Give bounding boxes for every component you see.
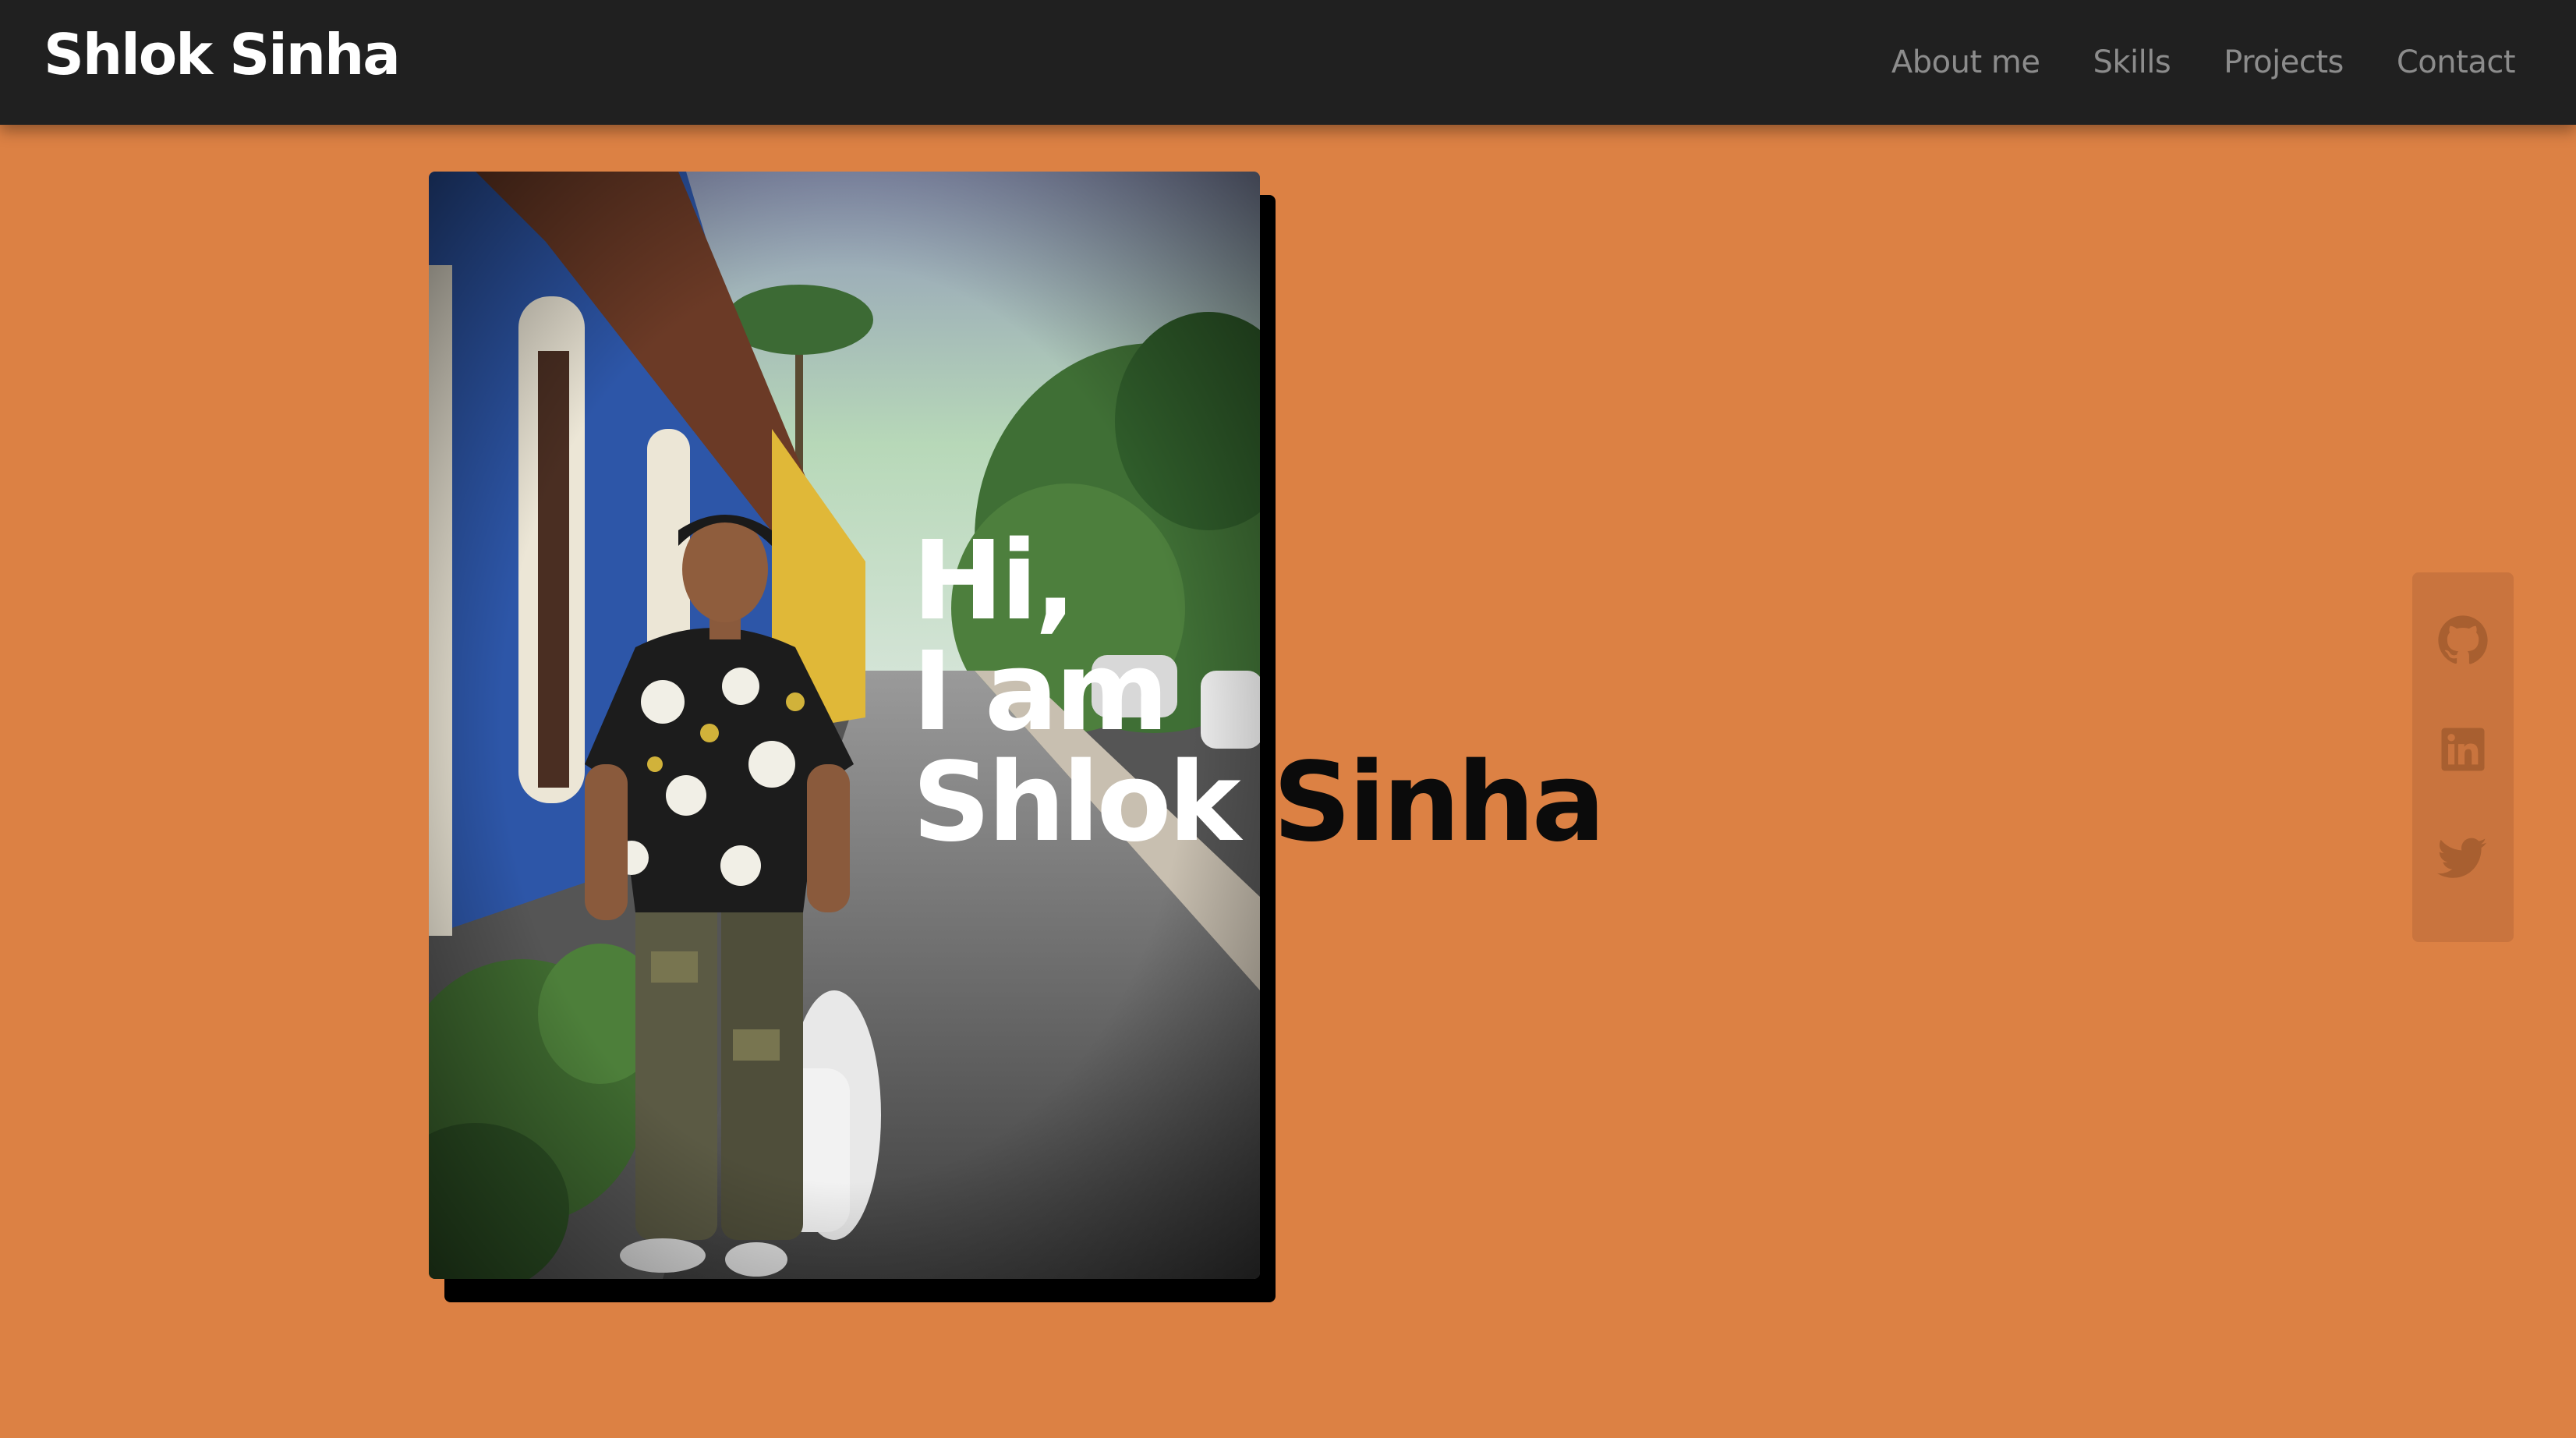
twitter-icon [2437,838,2487,878]
brand-logo[interactable]: Shlok Sinha [44,23,401,86]
nav-item-about-me[interactable]: About me [1891,37,2040,87]
top-navbar: Shlok Sinha About me Skills Projects Con… [0,0,2576,125]
hero-first-name: Shlok [912,739,1241,866]
nav-item-contact[interactable]: Contact [2397,37,2516,87]
linkedin-link[interactable] [2437,724,2489,775]
twitter-link[interactable] [2437,833,2489,884]
hero-heading: Hi, I am Shlok Sinha [912,518,1605,859]
hero-name: Shlok Sinha [912,748,1605,859]
hero-last-name: Sinha [1272,739,1606,866]
github-link[interactable] [2437,615,2489,666]
social-links-panel [2412,572,2514,942]
nav-menu: About me Skills Projects Contact [1891,37,2516,87]
linkedin-icon [2441,728,2485,771]
nav-item-skills[interactable]: Skills [2093,37,2171,87]
hero-intro: I am [912,629,1169,756]
hero-greeting: Hi, [912,518,1076,645]
nav-item-projects[interactable]: Projects [2224,37,2344,87]
github-icon [2438,615,2488,664]
